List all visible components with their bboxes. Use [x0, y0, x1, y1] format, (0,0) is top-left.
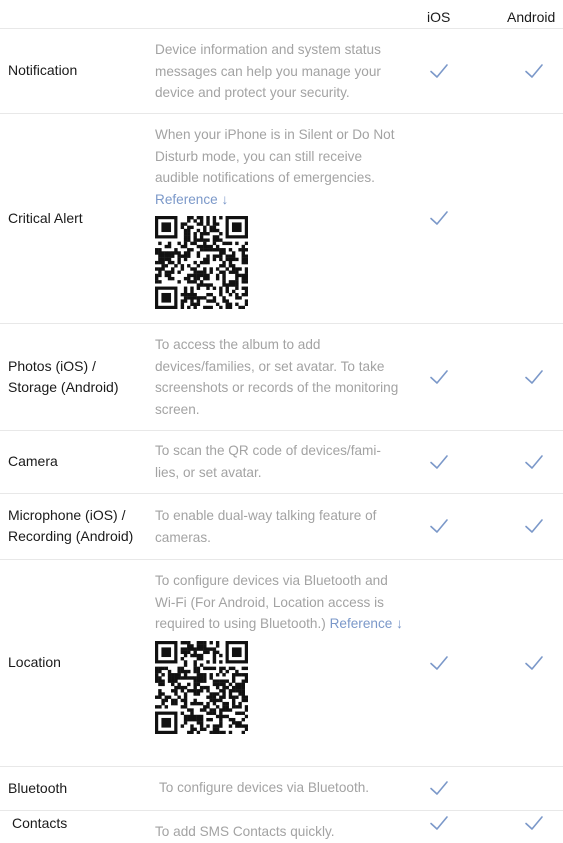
- android-check-icon: [524, 516, 544, 536]
- table-row: Location To configure devices via Bluetoo…: [0, 559, 563, 766]
- feature-description: When your iPhone is in Silent or Do Not …: [155, 124, 405, 310]
- feature-label: Bluetooth: [8, 778, 67, 799]
- table-row: Bluetooth To configure devices via Blueto…: [0, 766, 563, 810]
- table-row: Photos (iOS) / Storage (Android) To access…: [0, 323, 563, 430]
- description-text: To enable dual-way talking feature of ca…: [155, 508, 377, 545]
- feature-label: Contacts: [12, 813, 67, 834]
- feature-label-line: Location: [8, 654, 61, 670]
- feature-description: To scan the QR code of devices/fami-lies…: [155, 440, 405, 483]
- android-check-icon: [524, 452, 544, 472]
- ios-check-icon: [429, 653, 449, 673]
- feature-label: Microphone (iOS) / Recording (Android): [8, 505, 133, 547]
- feature-label: Notification: [8, 60, 77, 81]
- table-row: Notification Device information and syste…: [0, 28, 563, 113]
- android-check-icon: [524, 653, 544, 673]
- reference-link[interactable]: Reference ↓: [330, 616, 403, 631]
- feature-description: To add SMS Contacts quickly.: [155, 821, 405, 843]
- feature-label-line: Camera: [8, 453, 58, 469]
- ios-check-icon: [429, 208, 449, 228]
- feature-label: Critical Alert: [8, 208, 83, 229]
- reference-link[interactable]: Reference ↓: [155, 192, 228, 207]
- feature-label-line: Notification: [8, 62, 78, 78]
- feature-description: To configure devices via Bluetooth.: [159, 777, 409, 799]
- android-check-icon: [524, 61, 544, 81]
- description-text: When your iPhone is in Silent or Do Not …: [155, 127, 395, 186]
- feature-description: To configure devices via Bluetooth and W…: [155, 570, 405, 734]
- table-header: iOS Android: [0, 0, 563, 28]
- ios-check-icon: [429, 813, 449, 833]
- description-text: To scan the QR code of devices/fami-lies…: [155, 443, 381, 480]
- feature-label-line: Storage (Android): [8, 378, 119, 395]
- column-header-android: Android: [507, 9, 556, 25]
- ios-check-icon: [429, 367, 449, 387]
- feature-label: Location: [8, 652, 61, 673]
- ios-check-icon: [429, 61, 449, 81]
- feature-label-line: Microphone (iOS) /: [8, 507, 126, 523]
- feature-label-line: Critical Alert: [8, 209, 83, 226]
- qr-code-critical-alert: [155, 216, 249, 310]
- feature-label-line: Bluetooth: [8, 779, 68, 796]
- feature-label-line: Recording (Android): [8, 528, 134, 544]
- ios-check-icon: [429, 778, 449, 798]
- android-check-icon: [524, 367, 544, 387]
- column-header-ios: iOS: [427, 9, 451, 25]
- description-text: To configure devices via Bluetooth.: [159, 780, 370, 795]
- description-text: To access the album to add devices/famil…: [155, 337, 399, 417]
- table-row: Contacts To add SMS Contacts quickly.: [0, 810, 563, 841]
- table-row: Critical Alert When your iPhone is in Sil…: [0, 113, 563, 323]
- qr-code-location: [155, 640, 249, 734]
- android-check-icon: [524, 813, 544, 833]
- feature-description: Device information and system status mes…: [155, 39, 405, 104]
- table-row: Microphone (iOS) / Recording (Android) To …: [0, 493, 563, 559]
- feature-label-line: Photos (iOS) /: [8, 357, 96, 374]
- feature-label: Photos (iOS) / Storage (Android): [8, 356, 119, 398]
- feature-label: Camera: [8, 451, 58, 472]
- table-row: Camera To scan the QR code of devices/fam…: [0, 430, 563, 493]
- feature-label-line: Contacts: [12, 814, 68, 831]
- description-text: To add SMS Contacts quickly.: [155, 824, 335, 839]
- ios-check-icon: [429, 452, 449, 472]
- feature-description: To access the album to add devices/famil…: [155, 334, 405, 420]
- feature-description: To enable dual-way talking feature of ca…: [155, 505, 405, 548]
- ios-check-icon: [429, 516, 449, 536]
- description-text: Device information and system status mes…: [155, 42, 381, 101]
